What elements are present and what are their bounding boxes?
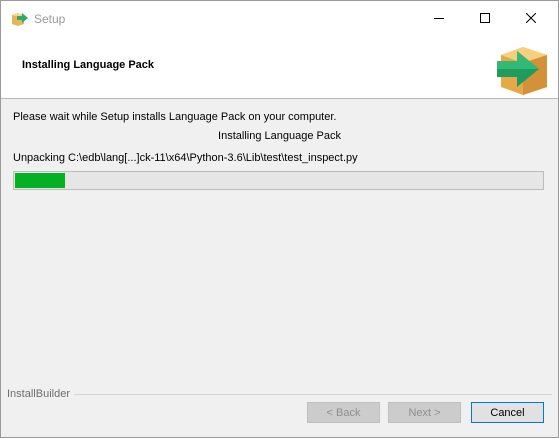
wait-message: Please wait while Setup installs Languag…: [13, 111, 337, 123]
maximize-button[interactable]: [462, 1, 508, 35]
cancel-button[interactable]: Cancel: [471, 402, 544, 423]
minimize-button[interactable]: [416, 1, 462, 35]
window-title: Setup: [34, 12, 66, 26]
unpack-status: Unpacking C:\edb\lang[...]ck-11\x64\Pyth…: [13, 152, 358, 164]
package-arrow-icon: [497, 47, 547, 95]
progress-bar-fill: [15, 173, 65, 188]
next-button[interactable]: Next >: [388, 402, 461, 423]
package-arrow-icon: [12, 13, 28, 26]
minimize-icon: [434, 18, 444, 19]
content-area: Please wait while Setup installs Languag…: [1, 99, 558, 389]
progress-title: Installing Language Pack: [218, 130, 341, 142]
wizard-header: Installing Language Pack: [1, 35, 558, 99]
close-button[interactable]: [508, 1, 554, 35]
title-bar[interactable]: Setup: [1, 1, 558, 35]
back-button[interactable]: < Back: [307, 402, 380, 423]
header-title: Installing Language Pack: [22, 59, 155, 71]
close-icon: [526, 13, 536, 23]
maximize-icon: [480, 13, 490, 23]
installbuilder-label: InstallBuilder: [7, 388, 74, 400]
progress-bar: [13, 171, 544, 190]
footer-divider: [7, 394, 552, 395]
setup-window: Setup Installing Language Pack Please wa…: [0, 0, 559, 438]
